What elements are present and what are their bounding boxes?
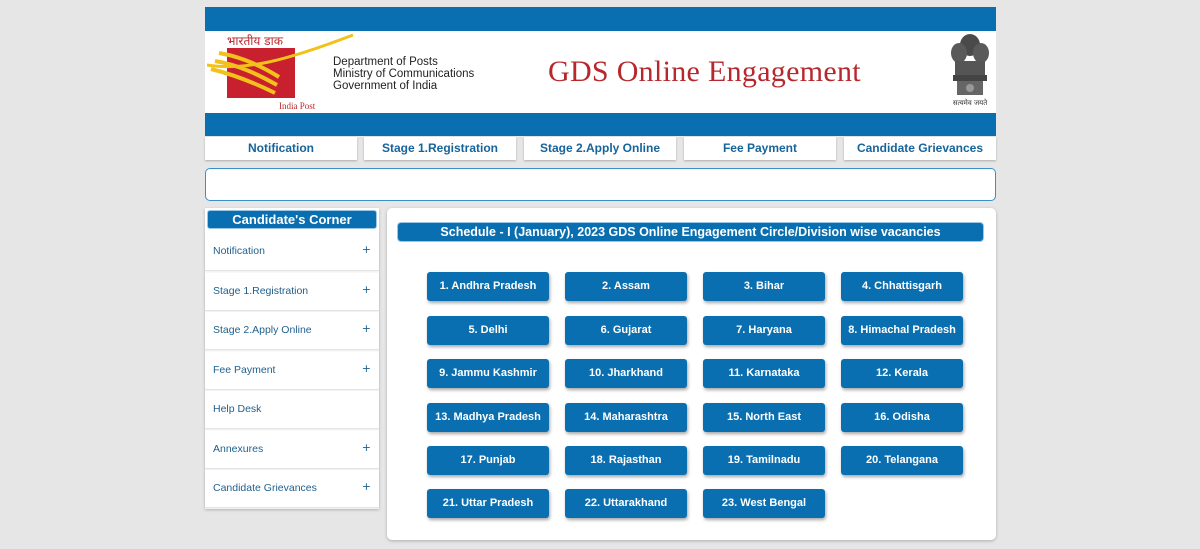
circle-button[interactable]: 5. Delhi [427,316,549,345]
circle-button[interactable]: 6. Gujarat [565,316,687,345]
circle-button[interactable]: 21. Uttar Pradesh [427,489,549,518]
sidebar-item-fee-payment[interactable]: Fee Payment + [205,352,379,390]
sidebar-item-label: Fee Payment [213,364,276,376]
sidebar-item-notification[interactable]: Notification + [205,233,379,271]
sidebar-item-help-desk[interactable]: Help Desk [205,391,379,429]
sidebar-item-candidate-grievances[interactable]: Candidate Grievances + [205,470,379,508]
circle-button[interactable]: 7. Haryana [703,316,825,345]
site-header: भारतीय डाक India Post Department of Post… [205,7,996,136]
top-nav: Notification Stage 1.Registration Stage … [205,137,996,161]
sidebar-heading: Candidate's Corner [207,210,377,229]
nav-candidate-grievances[interactable]: Candidate Grievances [844,137,996,160]
circle-button[interactable]: 23. West Bengal [703,489,825,518]
circle-button[interactable]: 11. Karnataka [703,359,825,388]
sidebar-item-label: Notification [213,245,265,257]
sidebar-item-stage2-apply-online[interactable]: Stage 2.Apply Online + [205,312,379,350]
header-bottom-stripe [205,113,996,136]
national-emblem: सत्यमेव जयते [947,31,993,113]
circle-button[interactable]: 12. Kerala [841,359,963,388]
circle-button[interactable]: 17. Punjab [427,446,549,475]
sidebar-item-label: Annexures [213,443,264,455]
government-line: Government of India [333,80,438,92]
department-block: Department of Posts Ministry of Communic… [333,56,474,92]
expand-plus-icon[interactable]: + [362,243,371,256]
nav-stage1-registration[interactable]: Stage 1.Registration [364,137,516,160]
circle-button[interactable]: 15. North East [703,403,825,432]
vacancies-panel: Schedule - I (January), 2023 GDS Online … [387,208,996,540]
nav-notification[interactable]: Notification [205,137,357,160]
header-top-stripe [205,7,996,31]
emblem-motto: सत्यमेव जयते [952,99,988,107]
circle-button[interactable]: 18. Rajasthan [565,446,687,475]
circle-button[interactable]: 2. Assam [565,272,687,301]
expand-plus-icon[interactable]: + [362,283,371,296]
expand-plus-icon[interactable]: + [362,480,371,493]
sidebar-item-label: Help Desk [213,403,262,415]
circle-button[interactable]: 14. Maharashtra [565,403,687,432]
sidebar-item-label: Stage 1.Registration [213,285,309,297]
circle-button[interactable]: 20. Telangana [841,446,963,475]
circle-button[interactable]: 8. Himachal Pradesh [841,316,963,345]
expand-plus-icon[interactable]: + [362,362,371,375]
circle-button[interactable]: 1. Andhra Pradesh [427,272,549,301]
circle-button[interactable]: 10. Jharkhand [565,359,687,388]
circle-button[interactable]: 4. Chhattisgarh [841,272,963,301]
nav-stage2-apply-online[interactable]: Stage 2.Apply Online [524,137,676,160]
department-line: Department of Posts [333,56,438,68]
circle-button[interactable]: 19. Tamilnadu [703,446,825,475]
circle-button[interactable]: 9. Jammu Kashmir [427,359,549,388]
expand-plus-icon[interactable]: + [362,322,371,335]
page-title: GDS Online Engagement [548,55,861,88]
circle-button[interactable]: 3. Bihar [703,272,825,301]
nav-fee-payment[interactable]: Fee Payment [684,137,836,160]
lion-capital-icon [951,34,989,95]
announcement-bar [205,168,996,201]
expand-plus-icon[interactable]: + [362,441,371,454]
page: भारतीय डाक India Post Department of Post… [205,7,996,547]
india-post-logo[interactable]: भारतीय डाक India Post [205,31,354,113]
ministry-line: Ministry of Communications [333,68,475,80]
sidebar-item-stage1-registration[interactable]: Stage 1.Registration + [205,273,379,311]
circle-button[interactable]: 16. Odisha [841,403,963,432]
logo-caption: India Post [279,101,316,111]
sidebar-item-annexures[interactable]: Annexures + [205,431,379,469]
sidebar-item-label: Candidate Grievances [213,482,317,494]
circle-button[interactable]: 13. Madhya Pradesh [427,403,549,432]
schedule-heading: Schedule - I (January), 2023 GDS Online … [397,222,984,242]
circle-button[interactable]: 22. Uttarakhand [565,489,687,518]
sidebar-item-label: Stage 2.Apply Online [213,324,312,336]
sidebar: Candidate's Corner Notification + Stage … [205,208,379,509]
